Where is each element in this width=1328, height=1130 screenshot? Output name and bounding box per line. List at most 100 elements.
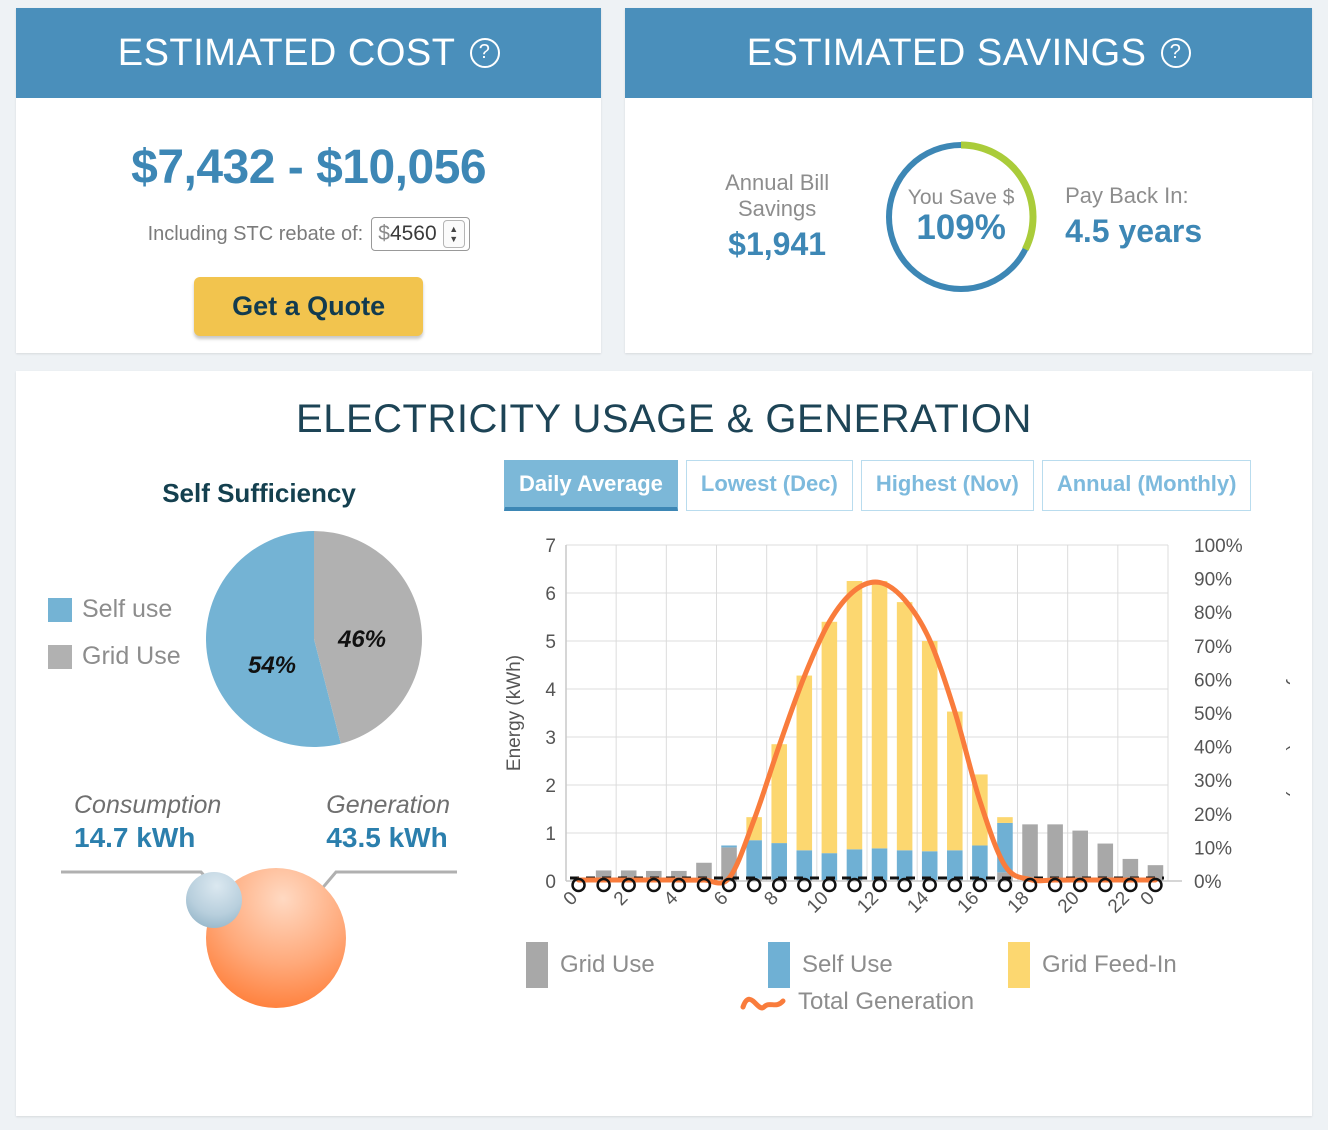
consumption-generation-bubbles: Consumption 14.7 kWh Generation 43.5 kWh [24,791,494,1021]
estimated-savings-card: ESTIMATED SAVINGS ? Annual Bill Savings … [625,8,1312,353]
chart-period-tabs: Daily Average Lowest (Dec) Highest (Nov)… [504,460,1304,511]
bar-segment [972,845,988,881]
y2-axis-tick-label: 80% [1194,603,1232,624]
bar-segment [746,840,762,879]
legend-label-grid-use-bar: Grid Use [560,951,655,978]
bubble-diagram [61,868,457,1008]
tab-lowest-dec[interactable]: Lowest (Dec) [685,460,853,511]
tab-highest-nov[interactable]: Highest (Nov) [860,460,1034,511]
currency-symbol: $ [378,222,390,245]
price-range: $7,432 - $10,056 [131,141,487,194]
chart-legend: Grid Use Self Use Grid Feed-In Total Gen… [500,940,1304,1032]
legend-label-total-generation: Total Generation [798,988,975,1015]
bar-segment [846,849,863,881]
generation-caption: Generation [326,791,450,819]
y2-axis-tick-label: 0% [1194,872,1222,893]
annual-savings-label-line2: Savings [737,196,817,221]
y-axis-title: Energy (kWh) [504,655,525,771]
bar-segment [921,641,938,852]
bar-segment [796,675,813,851]
annual-savings-value: $1,941 [728,225,827,262]
y2-axis-tick-label: 60% [1194,670,1232,691]
panel-title: ELECTRICITY USAGE & GENERATION [296,397,1032,441]
pie-row: Self use Grid Use 54% 46% [24,527,494,757]
rebate-label: Including STC rebate of: [147,222,364,245]
rebate-row: Including STC rebate of: $4560 ▲ ▼ [36,217,581,251]
y2-axis-title: Battery Level (SOC) [1285,628,1290,798]
chevron-up-icon[interactable]: ▲ [449,224,458,234]
get-a-quote-button[interactable]: Get a Quote [194,277,424,336]
y-axis-tick-label: 0 [545,872,556,893]
payback-value: 4.5 years [1065,212,1203,249]
y-axis-tick-label: 1 [545,824,556,845]
bar-segment [1072,830,1088,881]
chart-legend-item-self-use: Self Use [768,942,893,988]
y-axis-tick-label: 5 [545,632,556,653]
chart-legend-item-total-generation: Total Generation [740,988,974,1016]
payback-period: Pay Back In: 4.5 years [1065,183,1240,250]
usage-generation-bar-chart: 012345670%10%20%30%40%50%60%70%80%90%100… [504,536,1306,917]
usage-chart-wrapper: 0 1 2 3 4 5 6 7 0% 10% 20% 30% 40% 50% 60% 70% 80% 90% 100… [500,529,1306,934]
legend-label-self-use: Self use [82,595,173,623]
legend-swatch-self-use-bar [768,942,790,988]
chart-column: Daily Average Lowest (Dec) Highest (Nov)… [494,460,1306,1032]
y2-axis-tick-label: 70% [1194,637,1232,658]
payback-label: Pay Back In: [1065,183,1189,209]
y2-axis-tick-label: 30% [1194,771,1232,792]
self-sufficiency-column: Self Sufficiency Self use Grid Use 54% 4… [24,460,494,1032]
ring-center-text: You Save $ 109% [879,135,1043,299]
y2-axis-tick-label: 100% [1194,536,1243,557]
estimated-savings-header: ESTIMATED SAVINGS ? [625,8,1312,98]
self-sufficiency-title: Self Sufficiency [162,478,356,508]
estimated-savings-body: Annual Bill Savings $1,941 You Save $ 10… [625,98,1312,353]
y-axis-tick-label: 4 [545,680,556,701]
y-axis-tick-label: 7 [545,536,556,557]
savings-ring-gauge: You Save $ 109% [879,135,1043,299]
consumption-block: Consumption 14.7 kWh [74,791,221,854]
total-generation-line-icon [740,989,786,1015]
bar-segment [771,843,787,880]
tab-annual-monthly[interactable]: Annual (Monthly) [1041,460,1252,511]
stc-rebate-stepper[interactable]: ▲ ▼ [442,220,465,248]
question-mark-circle-icon[interactable]: ? [469,38,500,68]
stc-rebate-input[interactable]: $4560 ▲ ▼ [371,217,470,251]
legend-label-grid-feed-in: Grid Feed-In [1042,951,1177,978]
y-axis-tick-label: 2 [545,776,556,797]
bar-segment [821,621,838,854]
generation-value: 43.5 kWh [326,822,448,853]
pie-label-self-use: 54% [248,652,296,679]
bar-segment [997,817,1013,823]
bar-segment [1022,824,1038,881]
y2-axis-tick-label: 90% [1194,570,1232,591]
estimated-cost-title: ESTIMATED COST [117,31,456,74]
self-sufficiency-pie-chart: 54% 46% [206,531,423,747]
chevron-down-icon[interactable]: ▼ [449,234,458,244]
tab-daily-average[interactable]: Daily Average [504,460,678,511]
chart-legend-item-grid-use: Grid Use [526,942,655,988]
bar-segment [1047,824,1063,881]
pie-legend-item-grid-use: Grid Use [48,642,194,671]
top-cards-row: ESTIMATED COST ? $7,432 - $10,056 Includ… [16,8,1312,353]
stc-rebate-value: 4560 [389,222,437,245]
bar-segment [896,602,913,851]
legend-label-self-use-bar: Self Use [802,951,893,978]
bar-segment [947,850,963,881]
ring-label: You Save $ [907,186,1015,210]
consumption-bubble [186,872,242,928]
pie-legend: Self use Grid Use [24,595,194,689]
estimated-savings-title: ESTIMATED SAVINGS [746,31,1147,74]
annual-bill-savings: Annual Bill Savings $1,941 [697,170,857,263]
y2-axis-tick-label: 10% [1194,838,1232,859]
bar-segment [796,850,813,881]
bar-segment [846,581,863,850]
bar-segment [871,848,888,881]
legend-swatch-grid-use [48,644,72,669]
question-mark-circle-icon[interactable]: ? [1160,38,1191,68]
consumption-value: 14.7 kWh [74,822,196,853]
legend-swatch-grid-use-bar [526,942,548,988]
y2-axis-tick-label: 50% [1194,704,1232,725]
y2-axis-tick-label: 40% [1194,738,1232,759]
bar-segment [896,850,913,881]
annual-savings-label-line1: Annual Bill [725,170,830,196]
pie-legend-item-self-use: Self use [48,595,194,624]
